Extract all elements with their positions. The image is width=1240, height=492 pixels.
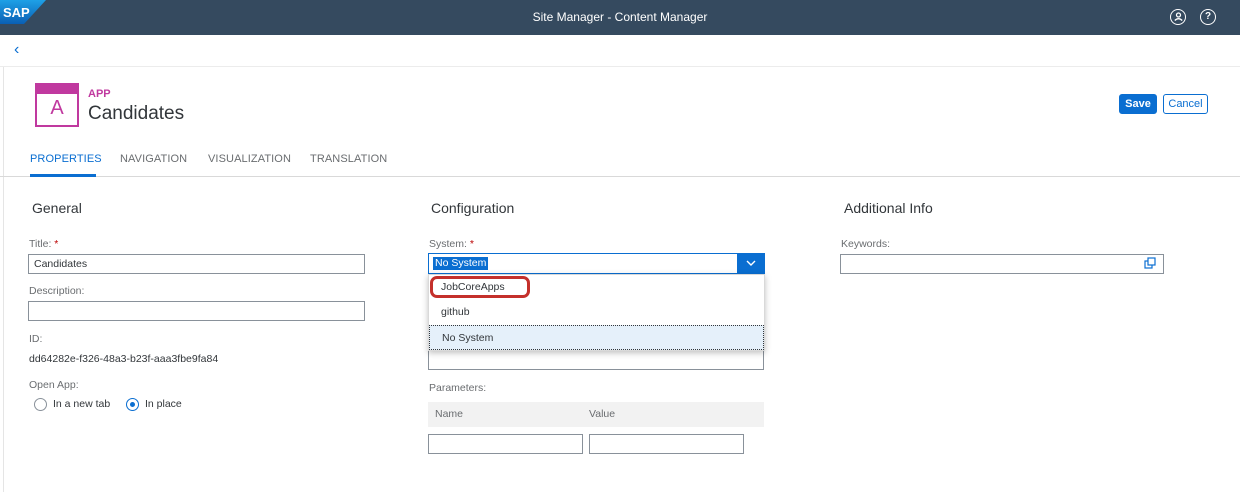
id-field-label: ID:	[29, 333, 43, 345]
required-marker: *	[54, 238, 59, 250]
chevron-down-icon[interactable]	[737, 254, 764, 273]
object-type-label: APP	[88, 88, 111, 100]
tab-properties[interactable]: PROPERTIES	[30, 153, 102, 165]
id-value: dd64282e-f326-48a3-b23f-aaa3fbe9fa84	[29, 353, 219, 365]
title-field-label: Title: *	[29, 238, 58, 250]
radio-new-tab[interactable]	[34, 398, 47, 411]
param-value-input[interactable]	[589, 434, 744, 454]
keywords-input[interactable]	[840, 254, 1164, 274]
title-input[interactable]: Candidates	[28, 254, 365, 274]
tab-visualization[interactable]: VISUALIZATION	[208, 153, 291, 165]
parameters-label: Parameters:	[429, 382, 487, 394]
left-edge-strip	[0, 67, 4, 492]
system-field-label: System: *	[429, 238, 474, 250]
radio-new-tab-label[interactable]: In a new tab	[53, 398, 110, 410]
tab-bar: PROPERTIES NAVIGATION VISUALIZATION TRAN…	[0, 145, 1240, 177]
value-help-icon[interactable]	[1144, 257, 1156, 269]
open-app-label: Open App:	[29, 379, 79, 391]
cancel-button[interactable]: Cancel	[1163, 94, 1208, 114]
param-column-name: Name	[435, 408, 464, 420]
save-button[interactable]: Save	[1119, 94, 1157, 114]
config-hidden-input[interactable]	[428, 350, 764, 370]
param-name-input[interactable]	[428, 434, 583, 454]
title-label-text: Title:	[29, 238, 52, 250]
shell-bar: SAP Site Manager - Content Manager ?	[0, 0, 1240, 35]
tab-navigation[interactable]: NAVIGATION	[120, 153, 187, 165]
description-input[interactable]	[28, 301, 365, 321]
configuration-section-title: Configuration	[431, 200, 515, 216]
radio-in-place[interactable]	[126, 398, 139, 411]
page-title: Candidates	[88, 103, 185, 124]
sub-toolbar: ‹	[0, 35, 1240, 67]
tab-translation[interactable]: TRANSLATION	[310, 153, 387, 165]
system-select-value: No System	[433, 257, 489, 270]
system-select[interactable]: No System	[428, 253, 765, 274]
user-circle-icon[interactable]	[1170, 9, 1186, 25]
app-tile-icon: A	[35, 83, 79, 127]
system-label-text: System:	[429, 238, 467, 250]
radio-in-place-label[interactable]: In place	[145, 398, 182, 410]
app-tile-letter: A	[50, 97, 64, 119]
required-marker: *	[469, 238, 474, 250]
general-section-title: General	[32, 200, 82, 216]
param-column-value: Value	[589, 408, 616, 420]
dropdown-option-no-system[interactable]: No System	[429, 325, 764, 350]
app-tile-band	[37, 85, 77, 94]
annotation-highlight-ring	[430, 276, 530, 298]
description-field-label: Description:	[29, 285, 85, 297]
dropdown-option-github[interactable]: github	[429, 300, 764, 325]
additional-info-section-title: Additional Info	[844, 200, 933, 216]
keywords-field-label: Keywords:	[841, 238, 891, 250]
back-chevron-icon[interactable]: ‹	[14, 41, 32, 59]
parameters-table-header: Name Value	[428, 402, 764, 427]
help-circle-icon[interactable]: ?	[1200, 9, 1216, 25]
active-tab-indicator	[30, 174, 96, 177]
shell-title: Site Manager - Content Manager	[532, 10, 708, 24]
